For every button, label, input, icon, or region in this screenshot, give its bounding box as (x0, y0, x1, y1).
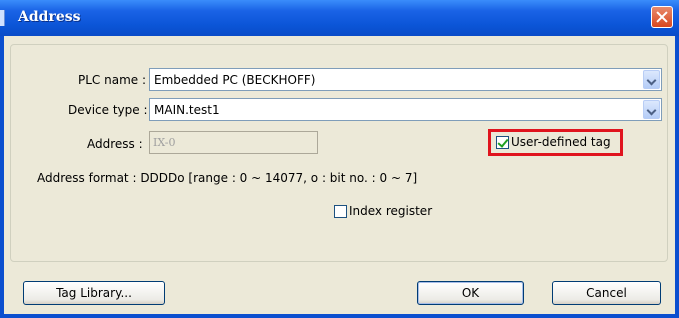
address-format-text: Address format : DDDDo [range : 0 ~ 1407… (37, 171, 418, 185)
window-title: Address (18, 9, 81, 25)
address-dialog: Address PLC name : Embedded PC (BECKHOFF… (0, 0, 679, 318)
device-type-value: MAIN.test1 (154, 103, 220, 117)
address-label: Address : (87, 137, 143, 151)
address-input[interactable]: IX-0 (149, 131, 318, 154)
device-type-select[interactable]: MAIN.test1 (149, 98, 662, 121)
device-type-label: Device type : (68, 103, 148, 117)
title-bar[interactable]: Address (0, 0, 679, 36)
close-icon[interactable] (651, 6, 673, 28)
address-value: IX-0 (153, 136, 176, 149)
plc-name-label: PLC name : (78, 73, 147, 87)
address-group: PLC name : Embedded PC (BECKHOFF) Device… (10, 44, 668, 262)
window-icon (0, 10, 5, 26)
chevron-down-icon[interactable] (643, 100, 660, 119)
user-defined-tag-checkbox[interactable] (496, 136, 509, 149)
plc-name-value: Embedded PC (BECKHOFF) (154, 73, 316, 87)
tag-library-button[interactable]: Tag Library... (23, 281, 165, 305)
dialog-body: PLC name : Embedded PC (BECKHOFF) Device… (4, 36, 675, 314)
user-defined-tag-label[interactable]: User-defined tag (511, 135, 611, 149)
cancel-button[interactable]: Cancel (552, 281, 661, 305)
index-register-checkbox[interactable] (334, 205, 347, 218)
index-register-label[interactable]: Index register (349, 204, 432, 218)
ok-button[interactable]: OK (417, 281, 524, 305)
chevron-down-icon[interactable] (643, 70, 660, 89)
plc-name-select[interactable]: Embedded PC (BECKHOFF) (149, 68, 662, 91)
